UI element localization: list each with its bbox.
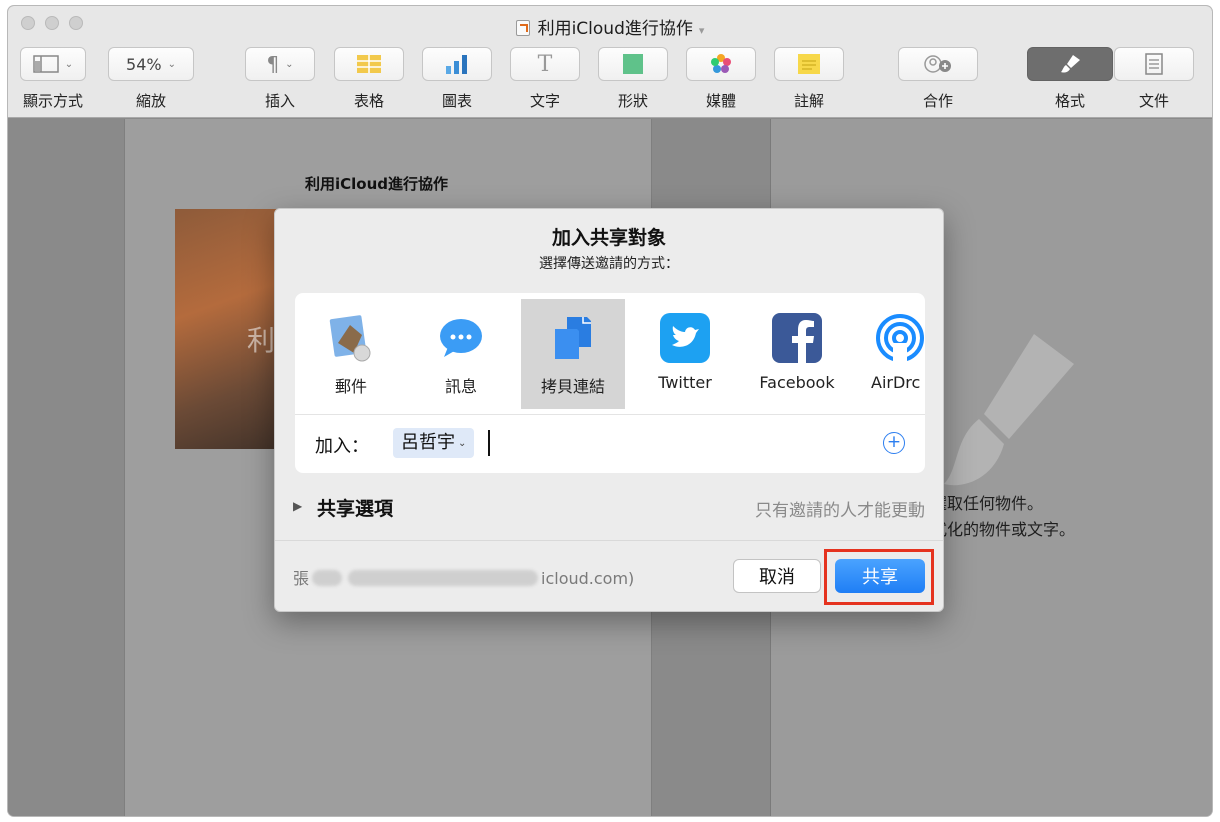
media-label: 媒體 bbox=[705, 92, 737, 110]
chart-button[interactable] bbox=[422, 47, 492, 81]
collaborate-icon bbox=[924, 55, 951, 73]
zoom-button[interactable]: 54% ⌄ bbox=[108, 47, 194, 81]
mail-icon bbox=[324, 311, 378, 365]
collaborate-button[interactable] bbox=[898, 47, 978, 81]
document-label: 文件 bbox=[1138, 92, 1170, 110]
pilcrow-icon: ¶ bbox=[266, 52, 280, 76]
comment-button[interactable] bbox=[774, 47, 844, 81]
shape-label: 形狀 bbox=[617, 92, 649, 110]
share-panel: 郵件 訊息 拷貝連結 Twitter Facebook AirDrc 加入： 呂… bbox=[295, 293, 925, 473]
shape-button[interactable] bbox=[598, 47, 668, 81]
chart-label: 圖表 bbox=[441, 92, 473, 110]
text-button[interactable]: T bbox=[510, 47, 580, 81]
dialog-subtitle: 選擇傳送邀請的方式： bbox=[539, 256, 679, 272]
inspector-hint: 選取任何物件。 式化的物件或文字。 bbox=[931, 494, 1076, 539]
service-twitter[interactable]: Twitter bbox=[633, 299, 737, 409]
chevron-down-icon: ⌄ bbox=[285, 58, 294, 70]
redacted-text bbox=[312, 570, 343, 586]
permission-summary: 只有邀請的人才能更動 bbox=[755, 501, 925, 521]
chart-icon bbox=[446, 55, 467, 74]
chevron-down-icon: ⌄ bbox=[167, 58, 176, 70]
recipient-input[interactable] bbox=[488, 430, 490, 456]
account-info: 張 icloud.com) bbox=[293, 569, 635, 588]
table-label: 表格 bbox=[353, 92, 385, 110]
document-button[interactable] bbox=[1114, 47, 1194, 81]
cancel-button[interactable]: 取消 bbox=[733, 559, 821, 593]
service-copy-link[interactable]: 拷貝連結 bbox=[521, 299, 625, 409]
twitter-icon bbox=[658, 311, 712, 365]
image-overlay-text: 利 bbox=[247, 324, 276, 357]
view-label: 顯示方式 bbox=[22, 92, 84, 110]
chevron-down-icon: ▾ bbox=[698, 24, 705, 37]
add-recipient-row: 加入： 呂哲宇 ⌄ + bbox=[295, 415, 925, 473]
service-facebook[interactable]: Facebook bbox=[745, 299, 849, 409]
zoom-label: 縮放 bbox=[135, 92, 167, 110]
comment-label: 註解 bbox=[793, 92, 825, 110]
insert-label: 插入 bbox=[264, 92, 296, 110]
format-button[interactable] bbox=[1027, 47, 1113, 81]
window-title[interactable]: 利用iCloud進行協作 ▾ bbox=[8, 14, 1212, 39]
dialog-title: 加入共享對象 bbox=[551, 227, 666, 249]
sidebar-icon bbox=[33, 55, 59, 73]
chevron-down-icon: ⌄ bbox=[64, 58, 74, 70]
service-mail[interactable]: 郵件 bbox=[299, 299, 403, 409]
share-options-label: 共享選項 bbox=[317, 498, 394, 520]
window-toolbar: 利用iCloud進行協作 ▾ ⌄ 顯示方式 54% ⌄ 縮放 ¶ ⌄ 插入 表格… bbox=[8, 6, 1212, 118]
media-button[interactable] bbox=[686, 47, 756, 81]
zoom-value: 54% bbox=[126, 54, 162, 74]
page-title[interactable]: 利用iCloud進行協作 bbox=[305, 173, 448, 194]
view-button[interactable]: ⌄ bbox=[20, 47, 86, 81]
share-options-row[interactable]: ▶ 共享選項 只有邀請的人才能更動 bbox=[275, 487, 945, 527]
insert-button[interactable]: ¶ ⌄ bbox=[245, 47, 315, 81]
shape-icon bbox=[623, 54, 643, 74]
media-icon bbox=[711, 54, 731, 73]
disclosure-triangle-icon[interactable]: ▶ bbox=[293, 499, 302, 513]
messages-icon bbox=[434, 311, 488, 365]
table-icon bbox=[357, 55, 381, 73]
chevron-down-icon: ⌄ bbox=[458, 438, 467, 449]
recipient-token[interactable]: 呂哲宇 ⌄ bbox=[393, 428, 475, 458]
add-label: 加入： bbox=[315, 436, 369, 457]
airdrop-icon bbox=[873, 311, 925, 365]
dialog-divider bbox=[275, 540, 943, 541]
facebook-icon bbox=[770, 311, 824, 365]
text-icon: T bbox=[537, 51, 553, 77]
copy-link-icon bbox=[546, 311, 600, 365]
canvas-margin bbox=[8, 119, 124, 816]
share-button[interactable]: 共享 bbox=[835, 559, 925, 593]
table-button[interactable] bbox=[334, 47, 404, 81]
service-messages[interactable]: 訊息 bbox=[409, 299, 513, 409]
pages-document-icon bbox=[515, 20, 530, 36]
comment-icon bbox=[798, 54, 820, 74]
add-people-dialog: 加入共享對象 選擇傳送邀請的方式： 郵件 訊息 拷貝連結 Twitter Fac… bbox=[274, 208, 944, 612]
add-contact-icon[interactable]: + bbox=[883, 432, 905, 454]
paintbrush-icon bbox=[1061, 55, 1080, 73]
text-label: 文字 bbox=[529, 92, 561, 110]
document-icon bbox=[1145, 53, 1163, 75]
format-label: 格式 bbox=[1054, 92, 1086, 110]
share-services: 郵件 訊息 拷貝連結 Twitter Facebook AirDrc bbox=[295, 293, 925, 415]
redacted-text bbox=[348, 570, 539, 586]
collaborate-label: 合作 bbox=[922, 92, 954, 110]
service-airdrop[interactable]: AirDrc bbox=[855, 299, 925, 409]
